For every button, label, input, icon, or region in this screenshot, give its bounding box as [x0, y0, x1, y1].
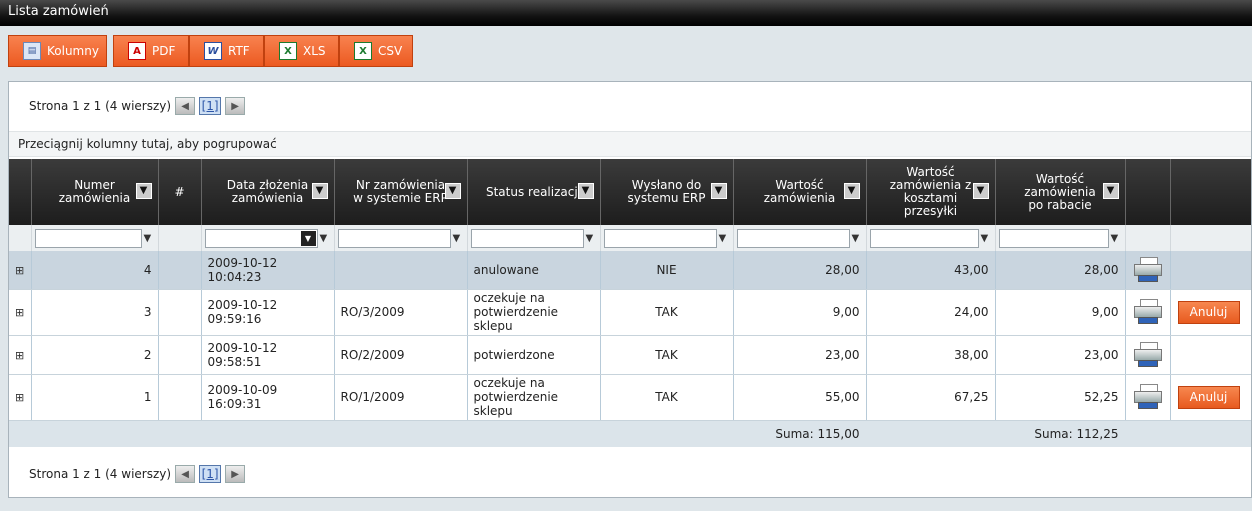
filter-icon[interactable]: ▼ — [453, 233, 464, 244]
excel-icon: X — [279, 42, 297, 60]
pdf-button-label: PDF — [152, 44, 176, 58]
filter-sent-input[interactable] — [603, 228, 717, 248]
total-value-discount: Suma: 112,25 — [995, 420, 1126, 447]
table-header-row: Numer zamówienia ▼ # Data złożenia zamówi… — [9, 159, 1251, 225]
export-rtf-button[interactable]: W RTF — [189, 35, 264, 67]
orders-grid-panel: Strona 1 z 1 (4 wierszy) ◀ [1] ▶ Przecią… — [8, 81, 1252, 498]
export-xls-button[interactable]: X XLS — [264, 35, 339, 67]
filter-icon[interactable]: ▼ — [586, 233, 597, 244]
pdf-icon: A — [128, 42, 146, 60]
table-row[interactable]: ⊞ 4 2009-10-12 10:04:23 anulowane NIE 28… — [9, 251, 1251, 290]
expand-icon[interactable]: ⊞ — [15, 349, 24, 362]
group-drop-area[interactable]: Przeciągnij kolumny tutaj, aby pogrupowa… — [9, 131, 1251, 157]
col-header-erp-number[interactable]: Nr zamówienia w systemie ERP ▼ — [334, 159, 468, 225]
pager-bottom: Strona 1 z 1 (4 wierszy) ◀ [1] ▶ — [29, 464, 246, 484]
columns-button-label: Kolumny — [47, 44, 99, 58]
window-titlebar: Lista zamówień — [0, 0, 1252, 26]
totals-row: Suma: 115,00 Suma: 112,25 — [9, 420, 1251, 447]
sort-arrow-icon[interactable]: ▼ — [710, 183, 727, 199]
sort-arrow-icon[interactable]: ▼ — [311, 183, 328, 199]
filter-icon[interactable]: ▼ — [1111, 233, 1122, 244]
export-csv-button[interactable]: X CSV — [339, 35, 413, 67]
rtf-button-label: RTF — [228, 44, 250, 58]
xls-button-label: XLS — [303, 44, 326, 58]
filter-erp-input[interactable] — [337, 228, 451, 248]
sort-arrow-icon[interactable]: ▼ — [843, 183, 860, 199]
col-header-status[interactable]: Status realizacji ▼ — [467, 159, 601, 225]
filter-icon[interactable]: ▼ — [719, 233, 730, 244]
table-row[interactable]: ⊞ 1 2009-10-09 16:09:31 RO/1/2009 oczeku… — [9, 374, 1251, 421]
filter-status-input[interactable] — [470, 228, 584, 248]
chevron-down-icon[interactable]: ▼ — [300, 230, 316, 246]
printer-icon[interactable] — [1133, 256, 1162, 283]
next-page-button[interactable]: ▶ — [225, 97, 246, 115]
col-print-header — [1125, 159, 1171, 225]
pager-top: Strona 1 z 1 (4 wierszy) ◀ [1] ▶ — [29, 96, 246, 116]
col-header-hash[interactable]: # — [158, 159, 202, 225]
col-header-value-discount[interactable]: Wartość zamówienia po rabacie ▼ — [995, 159, 1126, 225]
page-link[interactable]: [1] — [199, 465, 222, 483]
export-pdf-button[interactable]: A PDF — [113, 35, 189, 67]
filter-row: ▼ ▼ ▼ ▼ ▼ ▼ ▼ ▼ ▼ — [9, 225, 1251, 251]
filter-value-shipping-input[interactable] — [869, 228, 979, 248]
col-header-date[interactable]: Data złożenia zamówienia ▼ — [201, 159, 335, 225]
cancel-order-button[interactable]: Anuluj — [1177, 300, 1240, 324]
columns-button[interactable]: ▤ Kolumny — [8, 35, 107, 67]
pager-info: Strona 1 z 1 (4 wierszy) — [29, 99, 172, 113]
col-expand-header — [9, 159, 32, 225]
sort-arrow-icon[interactable]: ▼ — [444, 183, 461, 199]
total-value: Suma: 115,00 — [733, 420, 867, 447]
filter-icon[interactable]: ▼ — [144, 233, 155, 244]
expand-icon[interactable]: ⊞ — [15, 306, 24, 319]
filter-value-input[interactable] — [736, 228, 850, 248]
orders-table: Numer zamówienia ▼ # Data złożenia zamówi… — [9, 159, 1251, 447]
printer-icon[interactable] — [1133, 384, 1162, 410]
window-title: Lista zamówień — [8, 4, 109, 19]
filter-icon[interactable]: ▼ — [981, 233, 992, 244]
sort-arrow-icon[interactable]: ▼ — [135, 183, 152, 199]
filter-icon[interactable]: ▼ — [320, 233, 331, 244]
printer-icon[interactable] — [1133, 341, 1162, 368]
prev-page-button[interactable]: ◀ — [175, 97, 196, 115]
rtf-icon: W — [204, 42, 222, 60]
col-action-header — [1170, 159, 1251, 225]
filter-value-discount-input[interactable] — [998, 228, 1109, 248]
filter-icon[interactable]: ▼ — [852, 233, 863, 244]
csv-icon: X — [354, 42, 372, 60]
filter-number-input[interactable] — [34, 228, 142, 248]
group-hint: Przeciągnij kolumny tutaj, aby pogrupowa… — [18, 137, 277, 151]
page-link[interactable]: [1] — [199, 97, 222, 115]
expand-icon[interactable]: ⊞ — [15, 264, 24, 277]
col-header-sent-erp[interactable]: Wysłano do systemu ERP ▼ — [600, 159, 734, 225]
columns-icon: ▤ — [23, 42, 41, 60]
sort-arrow-icon[interactable]: ▼ — [1102, 183, 1119, 199]
pager-info: Strona 1 z 1 (4 wierszy) — [29, 467, 172, 481]
col-header-value-shipping[interactable]: Wartość zamówienia z kosztami przesyłki ▼ — [866, 159, 996, 225]
cancel-order-button[interactable]: Anuluj — [1177, 385, 1240, 409]
next-page-button[interactable]: ▶ — [225, 465, 246, 483]
filter-date-input[interactable]: ▼ — [204, 228, 318, 248]
printer-icon[interactable] — [1133, 299, 1162, 325]
sort-arrow-icon[interactable]: ▼ — [972, 183, 989, 199]
csv-button-label: CSV — [378, 44, 403, 58]
prev-page-button[interactable]: ◀ — [175, 465, 196, 483]
expand-icon[interactable]: ⊞ — [15, 391, 24, 404]
table-row[interactable]: ⊞ 2 2009-10-12 09:58:51 RO/2/2009 potwie… — [9, 335, 1251, 375]
table-row[interactable]: ⊞ 3 2009-10-12 09:59:16 RO/3/2009 oczeku… — [9, 289, 1251, 336]
col-header-value[interactable]: Wartość zamówienia ▼ — [733, 159, 867, 225]
col-header-number[interactable]: Numer zamówienia ▼ — [31, 159, 159, 225]
sort-arrow-icon[interactable]: ▼ — [577, 183, 594, 199]
